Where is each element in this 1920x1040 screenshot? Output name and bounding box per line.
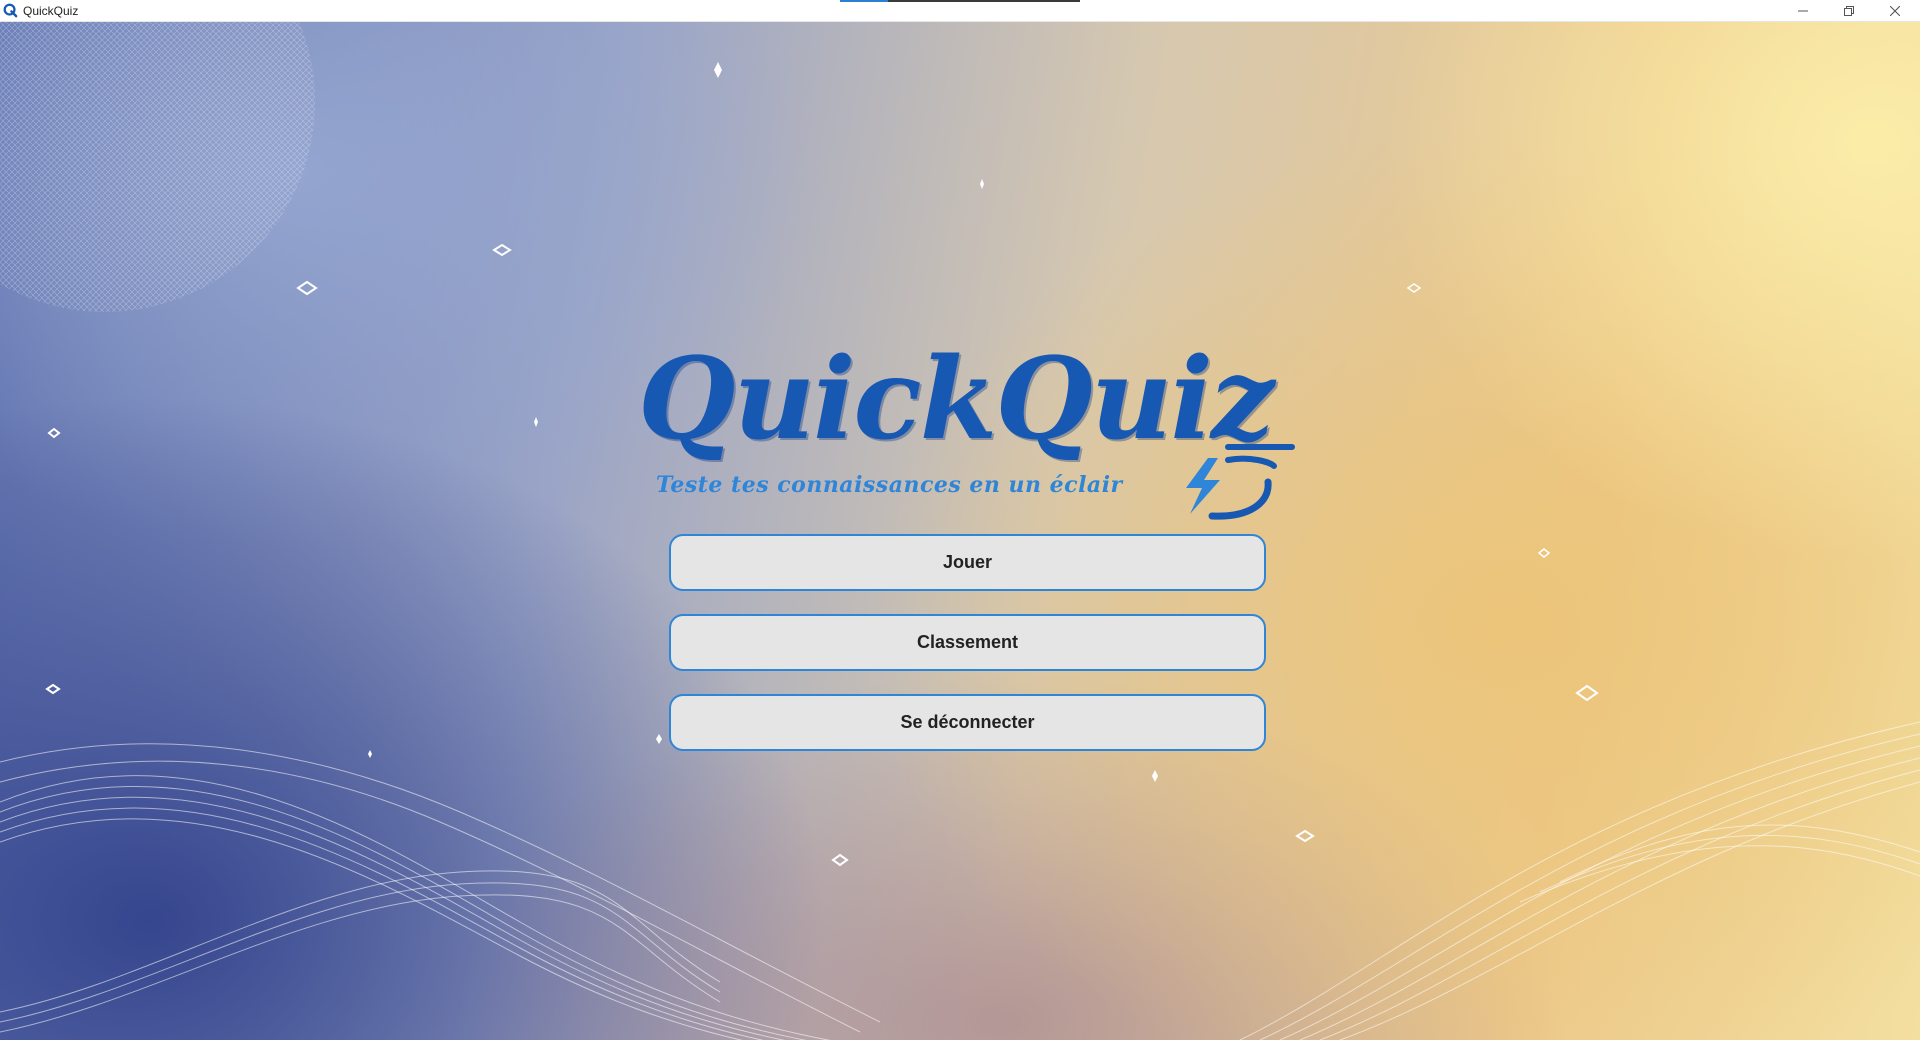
loading-progress-bar bbox=[840, 0, 1080, 2]
lightning-bolt-icon bbox=[1186, 455, 1277, 520]
main-menu-screen: QuickQuiz Teste tes connaissances en un … bbox=[0, 22, 1920, 1040]
close-button[interactable] bbox=[1872, 0, 1918, 22]
wave-lines-right bbox=[1239, 721, 1920, 1040]
decorative-background bbox=[0, 22, 1920, 1040]
logo-tagline: Teste tes connaissances en un éclair bbox=[656, 472, 1123, 498]
play-button[interactable]: Jouer bbox=[669, 534, 1266, 591]
restore-button[interactable] bbox=[1826, 0, 1872, 22]
quickquiz-logo: QuickQuiz Teste tes connaissances en un … bbox=[620, 334, 1320, 520]
close-icon bbox=[1890, 6, 1900, 16]
wave-lines-left bbox=[0, 743, 881, 1040]
app-logo-icon bbox=[3, 3, 18, 18]
minimize-button[interactable] bbox=[1780, 0, 1826, 22]
restore-icon bbox=[1844, 6, 1854, 16]
loading-progress-fill bbox=[840, 0, 888, 2]
title-bar[interactable]: QuickQuiz bbox=[0, 0, 1920, 22]
ranking-button[interactable]: Classement bbox=[669, 614, 1266, 671]
mesh-circle-decoration bbox=[0, 22, 315, 312]
logo-swoosh bbox=[1225, 444, 1295, 450]
logo-title: QuickQuiz bbox=[638, 334, 1274, 465]
minimize-icon bbox=[1798, 10, 1808, 12]
logout-button[interactable]: Se déconnecter bbox=[669, 694, 1266, 751]
app-window: QuickQuiz QuickQuiz Teste tes connaissan… bbox=[0, 0, 1920, 1040]
window-title: QuickQuiz bbox=[23, 4, 79, 18]
